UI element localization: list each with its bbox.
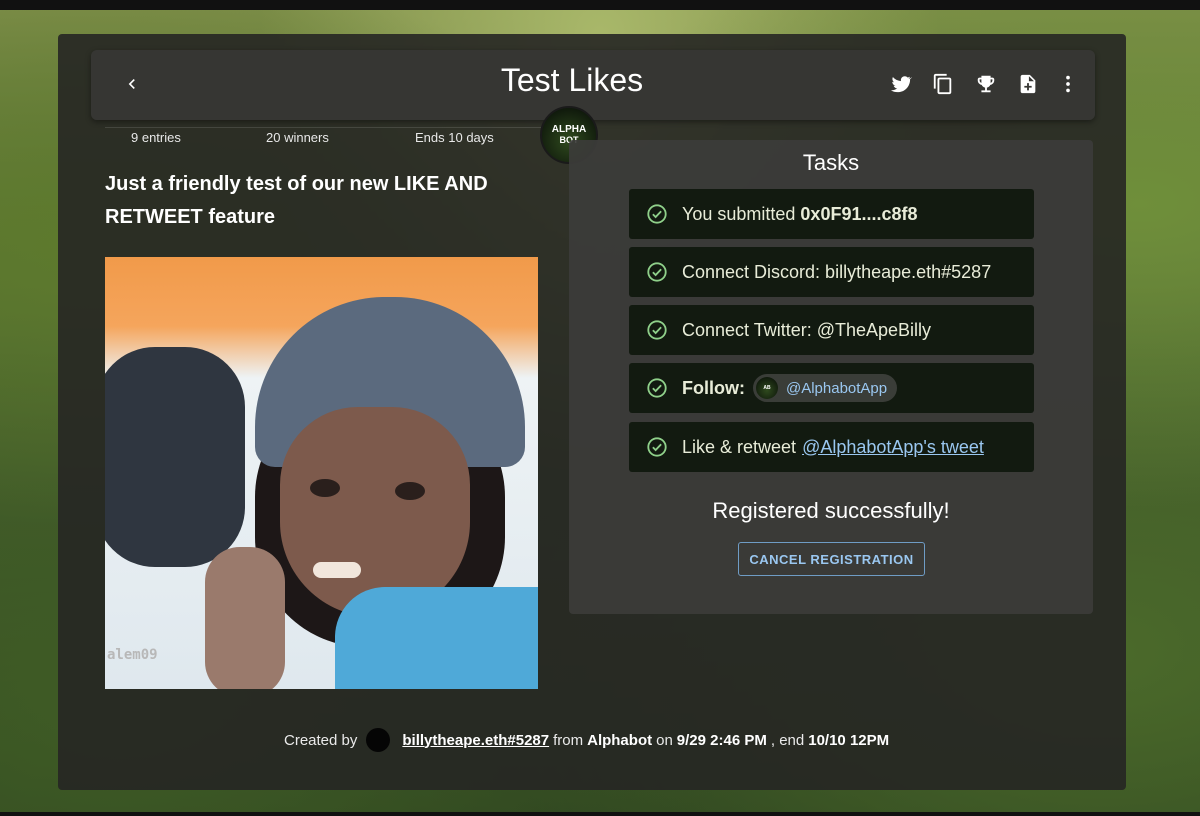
check-circle-icon [646, 377, 668, 399]
alphabot-avatar: AB [755, 377, 778, 399]
logo-line1: ALPHA [551, 124, 587, 135]
winners-count: 20 winners [266, 130, 329, 145]
task-twitter: Connect Twitter: @TheApeBilly [629, 305, 1034, 355]
copy-icon [933, 73, 952, 95]
ends-in: Ends 10 days [415, 130, 494, 145]
chevron-left-icon [128, 79, 135, 89]
task-follow: Follow: AB @AlphabotApp [629, 363, 1034, 413]
check-circle-icon [646, 203, 668, 225]
twitter-button[interactable] [889, 72, 913, 96]
check-circle-icon [646, 319, 668, 341]
image-eye-right [395, 482, 425, 500]
top-bar [0, 0, 1200, 10]
image-face [280, 407, 470, 617]
entries-count: 9 entries [131, 130, 181, 145]
image-watermark: alem09 [107, 647, 158, 663]
follow-account-chip[interactable]: AB @AlphabotApp [752, 374, 898, 402]
start-date: 9/29 2:46 PM [676, 731, 767, 749]
image-shirt [335, 587, 538, 689]
task-submitted-label: You submitted [682, 203, 796, 224]
task-follow-label: Follow: [682, 377, 745, 398]
end-label: , end [770, 731, 805, 749]
wallet-address: 0x0F91....c8f8 [800, 203, 918, 224]
image-mouth [313, 562, 361, 578]
creator-link[interactable]: billytheape.eth#5287 [402, 732, 549, 749]
follow-handle: @AlphabotApp [785, 379, 888, 397]
add-file-icon [1020, 74, 1036, 94]
stats-divider [105, 127, 543, 128]
registration-status: Registered successfully! [712, 498, 950, 523]
raffle-image: alem09 [105, 257, 538, 689]
add-file-button[interactable] [1016, 72, 1040, 96]
winners-button[interactable] [974, 72, 998, 96]
more-button[interactable] [1056, 72, 1080, 96]
trophy-icon [977, 75, 995, 93]
task-discord: Connect Discord: billytheape.eth#5287 [629, 247, 1034, 297]
from-label: from [553, 731, 584, 749]
on-label: on [656, 731, 673, 749]
twitter-icon [890, 76, 912, 93]
tasks-title: Tasks [802, 150, 860, 175]
created-by-label: Created by [284, 731, 358, 749]
task-submitted: You submitted 0x0F91....c8f8 [629, 189, 1034, 239]
creator-avatar [366, 728, 391, 752]
task-twitter-label: Connect Twitter: @TheApeBilly [682, 319, 932, 340]
image-eye-left [310, 479, 340, 497]
check-circle-icon [646, 436, 668, 458]
image-hand [205, 547, 285, 689]
back-button[interactable] [118, 70, 146, 98]
raffle-description: Just a friendly test of our new LIKE AND… [105, 173, 488, 228]
copy-button[interactable] [931, 72, 955, 96]
task-like-label: Like & retweet [682, 436, 797, 457]
platform-name: Alphabot [587, 731, 653, 749]
footer-credits: Created by billytheape.eth#5287 from Alp… [284, 728, 893, 752]
task-like-retweet: Like & retweet @AlphabotApp's tweet [629, 422, 1034, 472]
task-discord-label: Connect Discord: billytheape.eth#5287 [682, 261, 992, 282]
tweet-link[interactable]: @AlphabotApp's tweet [802, 437, 984, 458]
cancel-registration-button[interactable]: CANCEL REGISTRATION [738, 542, 925, 576]
image-microphone [105, 347, 245, 567]
page-title: Test Likes [500, 62, 644, 98]
check-circle-icon [646, 261, 668, 283]
bottom-bar [0, 812, 1200, 816]
more-vert-icon [1066, 75, 1070, 93]
end-date: 10/10 12PM [808, 731, 890, 749]
